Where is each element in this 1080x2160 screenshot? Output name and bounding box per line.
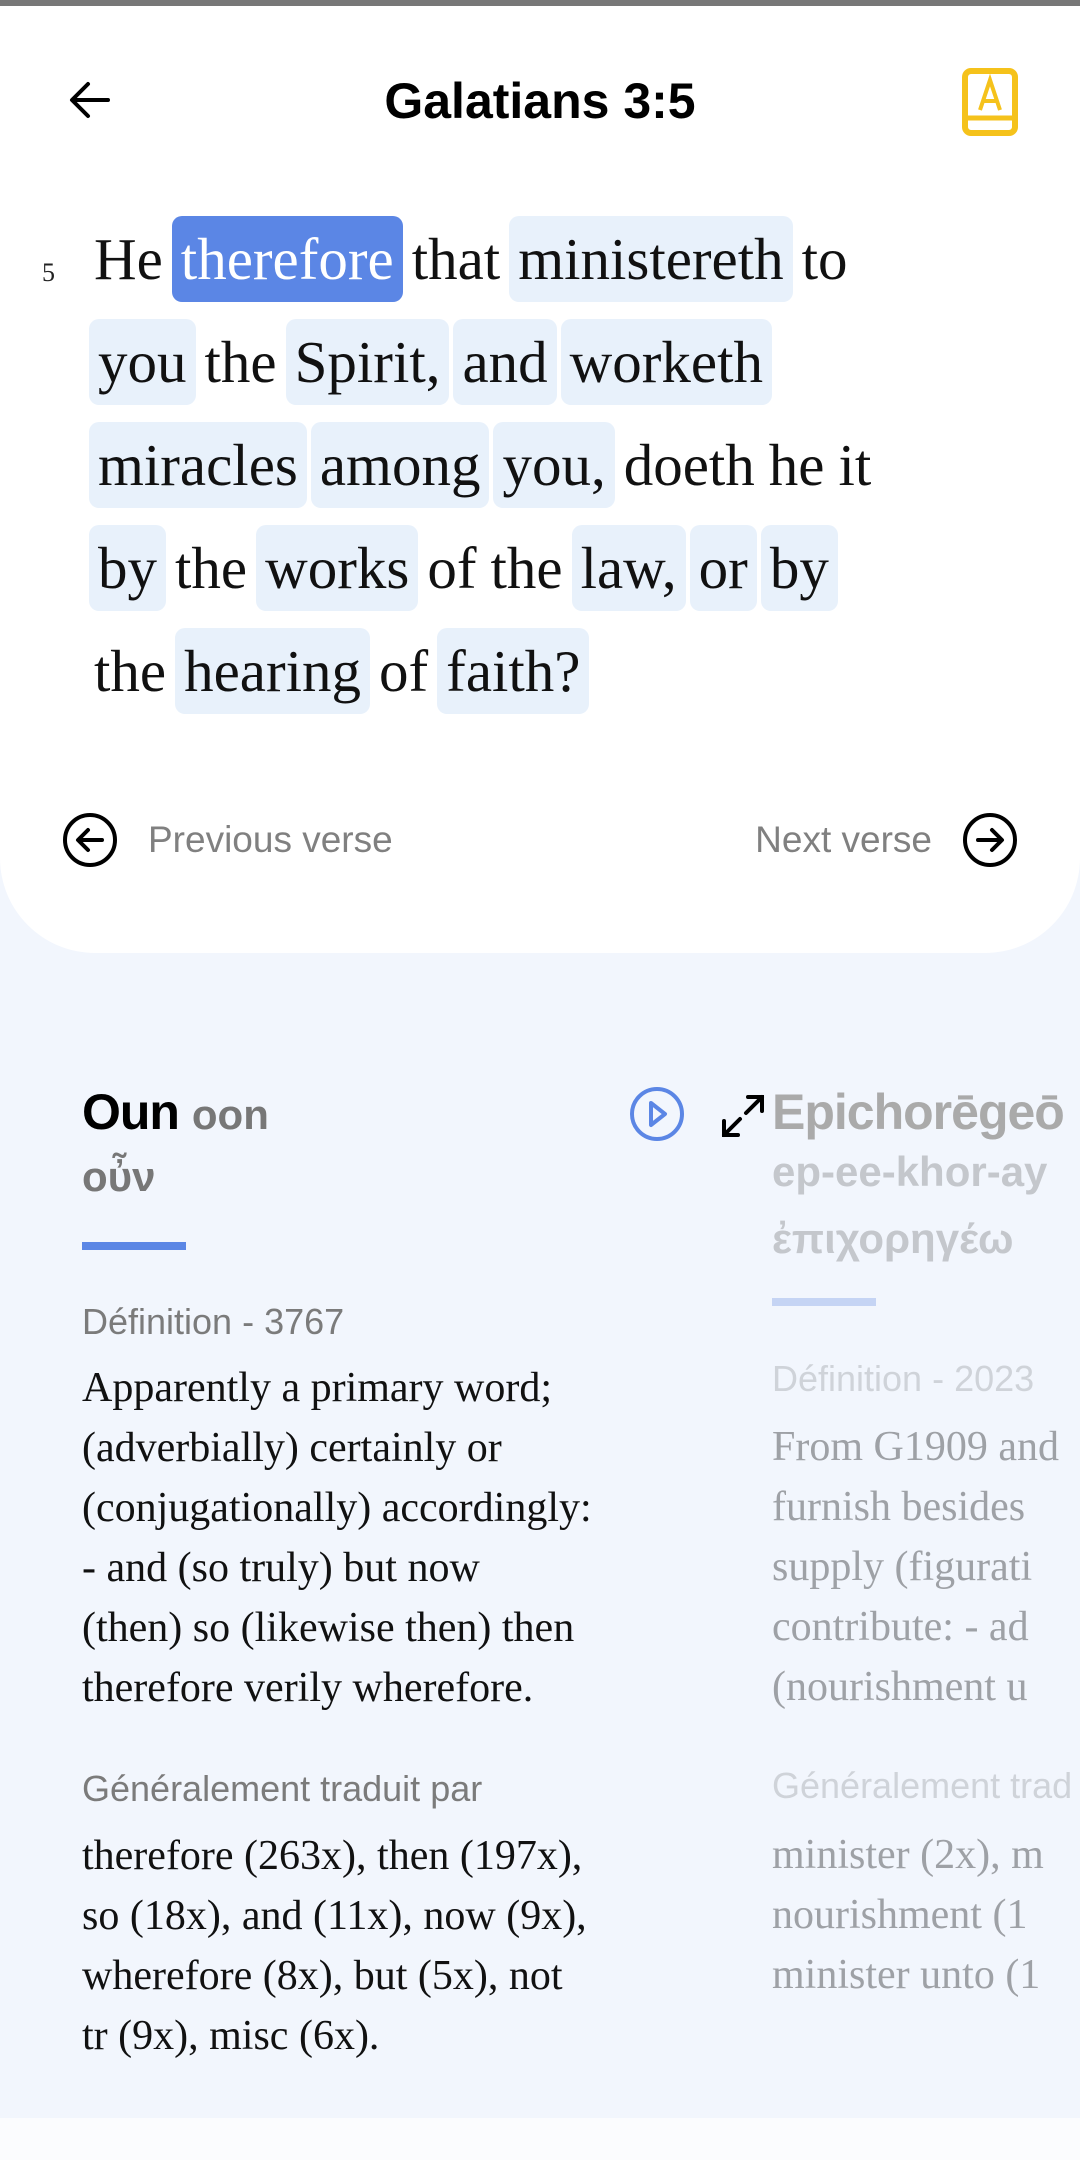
verse-line: the hearing of faith? (89, 628, 593, 714)
expand-icon[interactable] (720, 1093, 766, 1139)
word: the (175, 535, 248, 601)
word: of (379, 638, 429, 704)
verse-number: 5 (42, 258, 55, 287)
book-letter-a-icon[interactable] (962, 68, 1018, 136)
play-audio-icon[interactable] (629, 1086, 685, 1142)
previous-verse-button[interactable]: Previous verse (62, 812, 393, 868)
greek-word: οὖν (82, 1153, 156, 1200)
arrow-circle-left-icon (63, 813, 117, 867)
verse-line: you the Spirit, and worketh (89, 319, 776, 405)
translations-text: minister (2x), m nourishment (1 minister u… (772, 1832, 1044, 1998)
word-chip[interactable]: hearing (175, 628, 371, 714)
word-cards-carousel[interactable]: Oun oon οὖν Définition - 3767 Apparently… (0, 953, 1080, 2160)
word-chip[interactable]: miracles (89, 422, 307, 508)
translations-label: Généralement trad (772, 1765, 1073, 1806)
pronunciation: ep-ee-khor-ay (772, 1148, 1048, 1195)
word: the (204, 329, 277, 395)
word-chip[interactable]: ministereth (509, 216, 793, 302)
word: of (427, 535, 477, 601)
accent-bar (772, 1298, 876, 1306)
word-chip[interactable]: among (310, 422, 490, 508)
word: the (94, 638, 167, 704)
pronunciation: oon (191, 1091, 269, 1138)
word: it (838, 432, 872, 498)
word-chip[interactable]: by (760, 525, 838, 611)
word: he (768, 432, 825, 498)
word: He (94, 226, 163, 292)
word-chip[interactable]: law, (571, 525, 686, 611)
next-verse-label: Next verse (755, 819, 932, 860)
word-chip[interactable]: faith? (437, 628, 590, 714)
bottom-edge (0, 2118, 1080, 2160)
verse-card: Galatians 3:5 5 He therefore that ministere… (0, 6, 1080, 953)
verse-line: He therefore that ministereth to (89, 216, 857, 302)
word-chip[interactable]: or (689, 525, 757, 611)
translations-label: Généralement traduit par (82, 1768, 483, 1809)
verse-line: by the works of the law, or by (89, 525, 842, 611)
word-title: Oun oon (82, 1084, 269, 1140)
word: doeth (623, 432, 755, 498)
word: to (801, 226, 848, 292)
word-chip[interactable]: by (89, 525, 166, 611)
word: that (411, 226, 501, 292)
word-chip[interactable]: Spirit, (285, 319, 450, 405)
definition-text: Apparently a primary word; (adverbially) … (82, 1365, 592, 1711)
word-chip[interactable]: worketh (560, 319, 773, 405)
page-title: Galatians 3:5 (384, 73, 696, 129)
definition-text: From G1909 and furnish besides supply (fig… (772, 1424, 1059, 1710)
definition-label: Définition - 3767 (82, 1301, 345, 1342)
word-chip[interactable]: works (256, 525, 419, 611)
next-verse-button[interactable]: Next verse (755, 812, 1018, 868)
accent-bar (82, 1242, 186, 1250)
previous-verse-label: Previous verse (148, 819, 393, 860)
word-title: Epichorēgeō (772, 1084, 1065, 1140)
selected-word[interactable]: therefore (171, 216, 403, 302)
word-chip[interactable]: and (453, 319, 557, 405)
arrow-circle-right-icon (963, 813, 1017, 867)
definition-label: Définition - 2023 (772, 1358, 1035, 1399)
word-chip[interactable]: you, (493, 422, 615, 508)
verse-line: miracles among you, doeth he it (89, 422, 880, 508)
word-chip[interactable]: you (89, 319, 196, 405)
word: the (490, 535, 563, 601)
translations-text: therefore (263x), then (197x), so (18x), … (82, 1833, 587, 2059)
greek-word: ἐπιχορηγέω (772, 1215, 1014, 1262)
